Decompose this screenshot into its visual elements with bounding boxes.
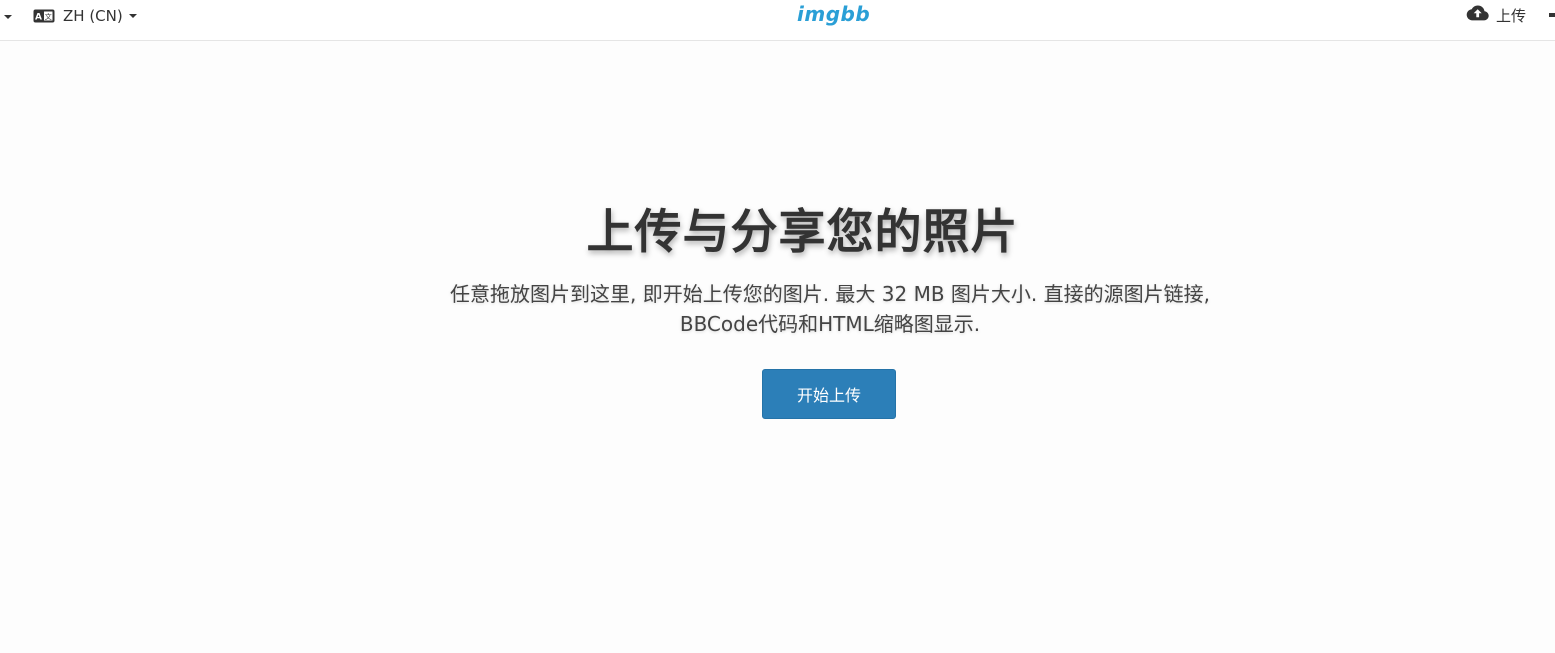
hero-description: 任意拖放图片到这里, 即开始上传您的图片. 最大 32 MB 图片大小. 直接的…	[450, 282, 1210, 337]
upload-nav-button[interactable]: 上传	[1466, 4, 1526, 26]
upload-nav-label: 上传	[1496, 6, 1527, 25]
language-icon: A 文	[33, 9, 55, 23]
language-selector[interactable]: A 文 ZH (CN)	[33, 6, 137, 26]
logo[interactable]: imgbb	[797, 2, 870, 26]
svg-text:文: 文	[45, 12, 52, 21]
hero-section: 上传与分享您的照片 任意拖放图片到这里, 即开始上传您的图片. 最大 32 MB…	[0, 205, 1555, 339]
page-title: 上传与分享您的照片	[586, 205, 1019, 260]
language-label: ZH (CN)	[63, 7, 123, 25]
svg-text:A: A	[35, 13, 42, 23]
chevron-down-icon	[128, 14, 137, 18]
more-menu-icon[interactable]	[1549, 13, 1555, 17]
cloud-upload-icon	[1466, 5, 1489, 25]
start-upload-button[interactable]: 开始上传	[762, 369, 896, 419]
menu-caret-icon[interactable]	[4, 15, 12, 19]
top-bar: A 文 ZH (CN) imgbb 上传	[0, 0, 1555, 41]
